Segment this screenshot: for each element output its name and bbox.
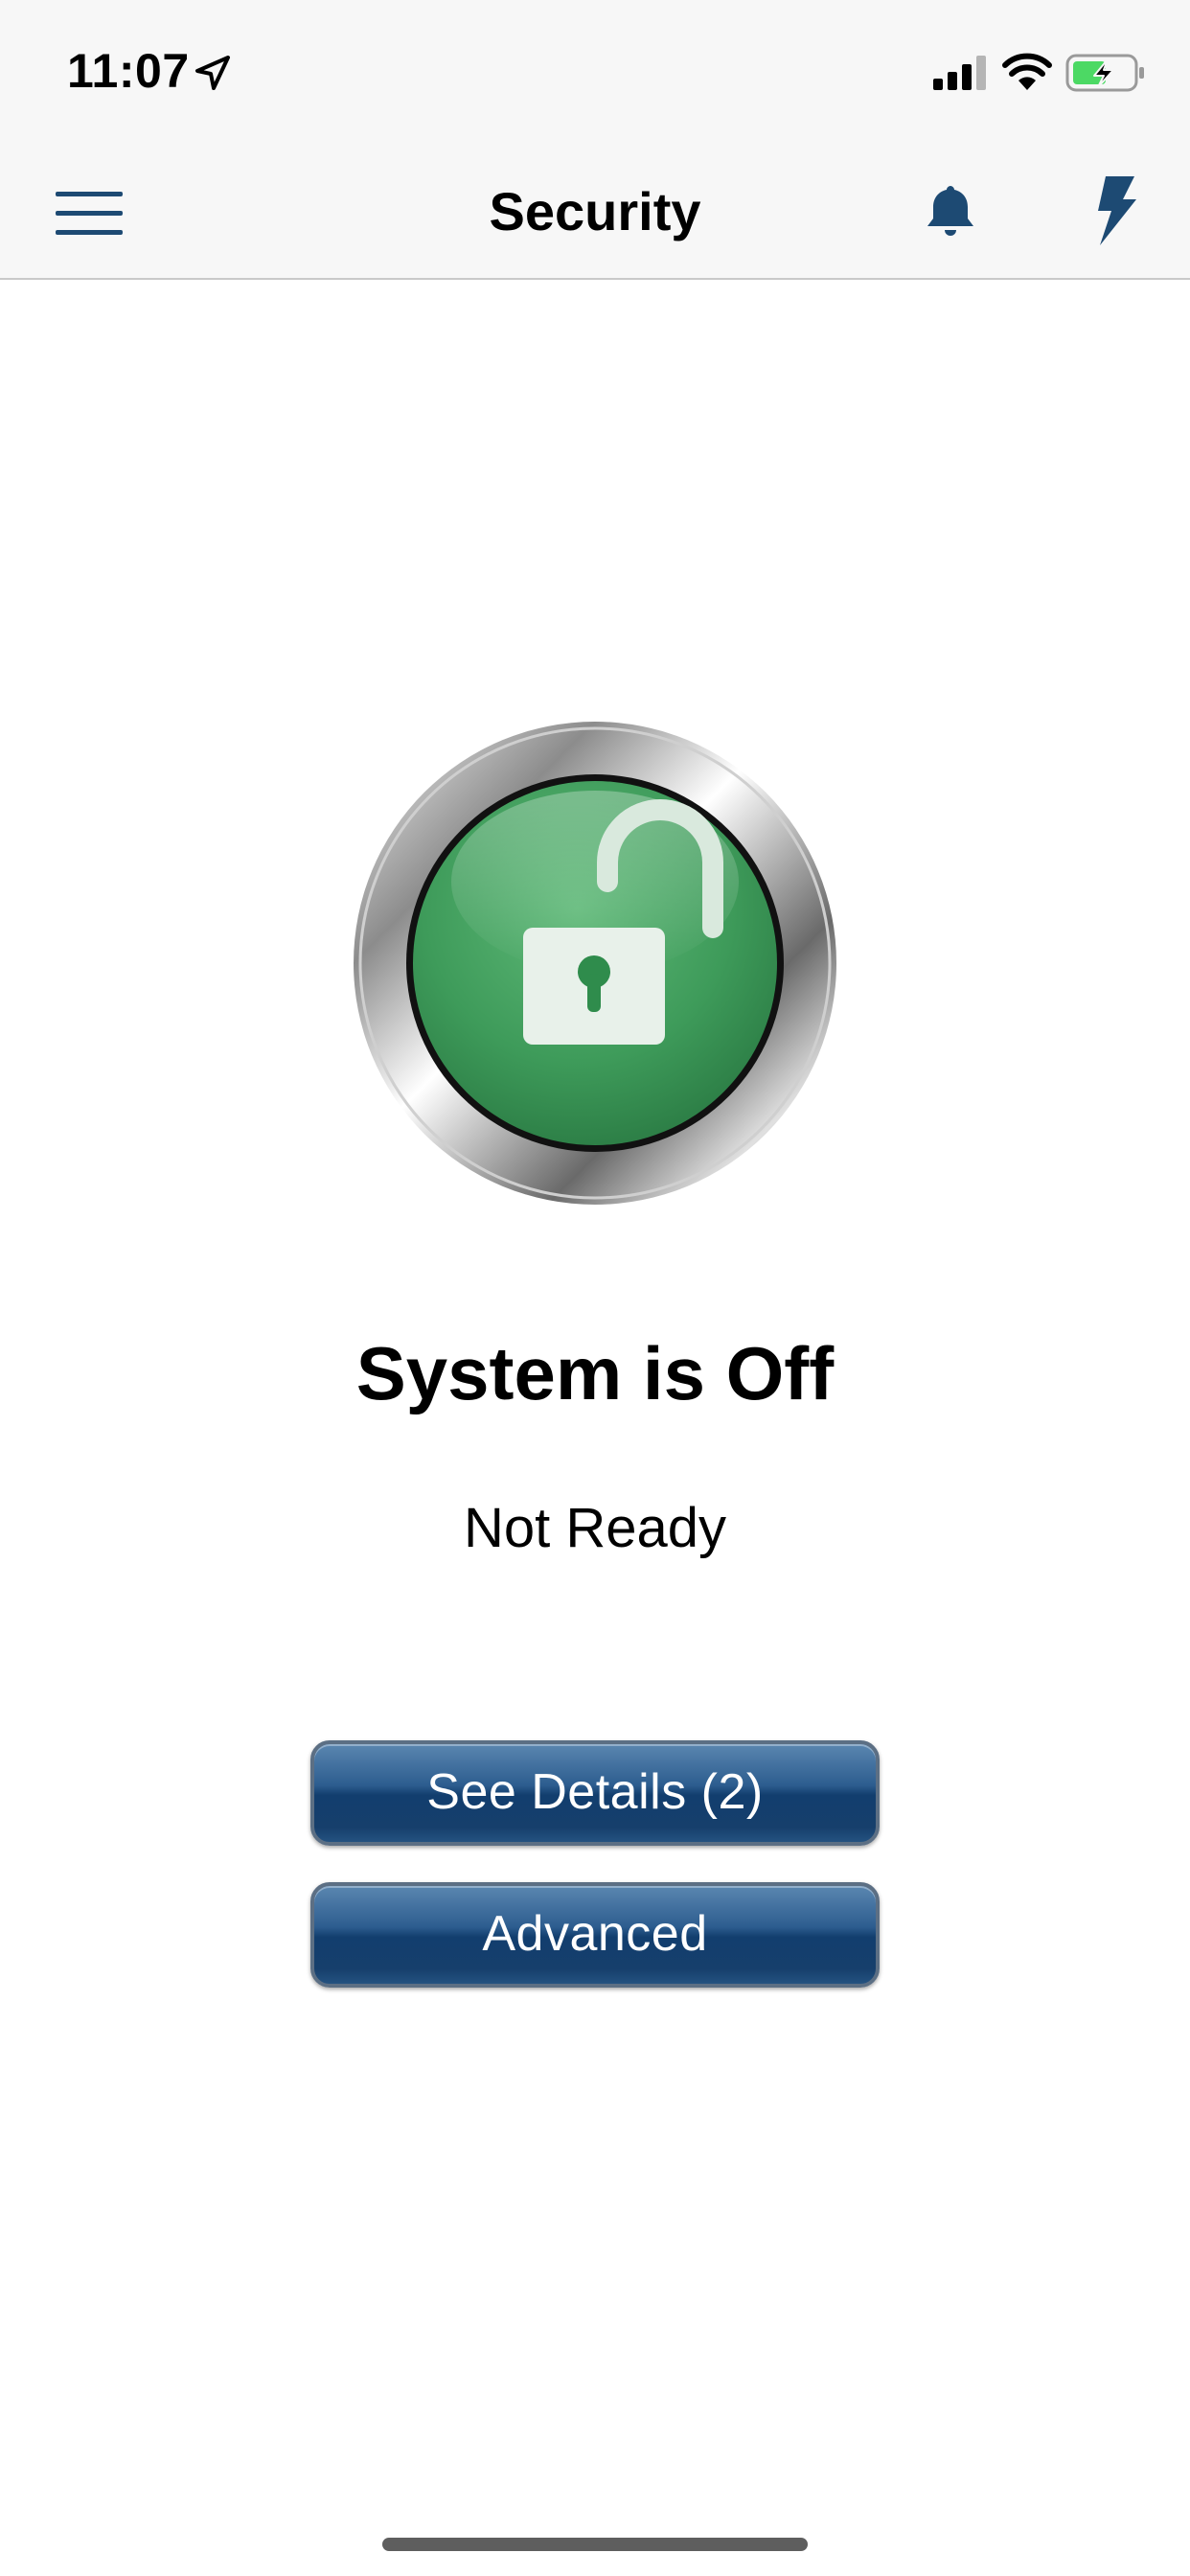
arm-disarm-lock-button[interactable] bbox=[351, 719, 839, 1208]
bell-icon bbox=[927, 186, 973, 236]
see-details-button[interactable]: See Details (2) bbox=[310, 1740, 880, 1846]
signal-icon bbox=[933, 56, 986, 90]
home-indicator[interactable] bbox=[382, 2538, 808, 2551]
advanced-button[interactable]: Advanced bbox=[310, 1882, 880, 1988]
wifi-icon bbox=[1002, 53, 1052, 90]
quick-actions-button[interactable] bbox=[1092, 174, 1140, 247]
status-bar: 11:07 bbox=[0, 0, 1190, 144]
system-status-heading: System is Off bbox=[355, 1331, 835, 1415]
system-ready-status: Not Ready bbox=[463, 1497, 727, 1559]
status-time: 11:07 bbox=[67, 44, 190, 98]
battery-charging-icon bbox=[1065, 54, 1144, 92]
unlocked-padlock-icon bbox=[354, 722, 836, 1205]
bolt-icon bbox=[1098, 176, 1136, 245]
nav-bar: Security bbox=[0, 144, 1190, 280]
notifications-button[interactable] bbox=[920, 180, 981, 242]
location-arrow-icon bbox=[195, 56, 230, 90]
page-title: Security bbox=[489, 181, 701, 242]
